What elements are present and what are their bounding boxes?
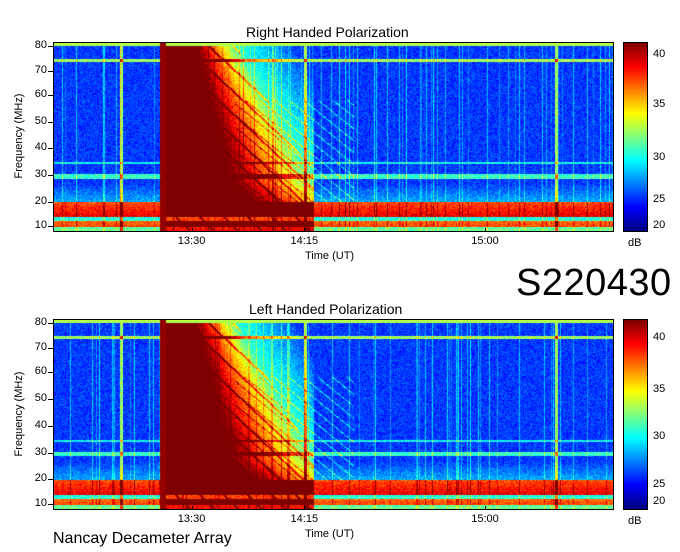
x-tick-mark [484, 506, 486, 510]
panel2-colorbar-label: dB [628, 515, 642, 527]
y-tick-label: 50 [34, 392, 47, 405]
x-tick-label: 15:00 [471, 513, 499, 525]
colorbar-tick-label: 40 [653, 331, 666, 344]
colorbar-tick-label: 20 [653, 219, 666, 232]
y-tick-label: 50 [34, 114, 47, 127]
y-tick-mark [48, 399, 53, 401]
x-tick-label: 14:15 [290, 513, 319, 525]
y-tick-mark [48, 425, 53, 427]
x-tick-mark [304, 228, 306, 232]
panel1-plot-frame [53, 42, 614, 232]
event-id: S220430 [516, 262, 672, 304]
y-tick-label: 60 [34, 88, 47, 101]
panel2-plot-frame [53, 319, 614, 510]
colorbar-tick-label: 30 [653, 150, 666, 163]
panel2-colorbar [623, 319, 648, 510]
y-tick-label: 70 [34, 63, 47, 76]
x-tick-mark [484, 228, 486, 232]
y-tick-mark [48, 322, 53, 324]
y-tick-label: 20 [34, 194, 47, 207]
y-tick-mark [48, 201, 53, 203]
colorbar-tick-label: 25 [653, 478, 666, 491]
y-tick-mark [48, 70, 53, 72]
colorbar-tick-label: 25 [653, 192, 666, 205]
y-tick-label: 10 [34, 497, 47, 510]
colorbar-tick-label: 35 [653, 382, 666, 395]
colorbar-tick-label: 30 [653, 430, 666, 443]
y-tick-label: 30 [34, 445, 47, 458]
y-tick-label: 40 [34, 141, 47, 154]
panel1-y-axis-label: Frequency (MHz) [13, 93, 25, 179]
y-tick-mark [48, 45, 53, 47]
y-tick-mark [48, 175, 53, 176]
x-tick-mark [191, 506, 193, 510]
panel2-title: Left Handed Polarization [249, 301, 403, 317]
y-tick-mark [48, 504, 53, 506]
y-tick-mark [48, 372, 53, 374]
panel1-spectrogram [54, 43, 613, 231]
x-tick-mark [191, 228, 193, 232]
y-tick-label: 30 [34, 168, 47, 180]
colorbar-tick-label: 35 [653, 97, 666, 110]
y-tick-label: 40 [34, 418, 47, 431]
panel2-spectrogram [54, 320, 613, 509]
panel1-title: Right Handed Polarization [246, 24, 409, 40]
panel1-x-axis-label: Time (UT) [305, 250, 355, 262]
y-tick-label: 70 [34, 340, 47, 353]
y-tick-label: 20 [34, 472, 47, 485]
y-tick-mark [48, 95, 53, 97]
x-tick-label: 14:15 [290, 235, 319, 247]
panel1-colorbar-label: dB [628, 237, 642, 249]
x-tick-mark [304, 506, 306, 510]
y-tick-label: 80 [34, 38, 47, 51]
y-tick-label: 60 [34, 365, 47, 378]
y-tick-mark [48, 148, 53, 150]
y-tick-mark [48, 226, 53, 228]
y-tick-mark [48, 121, 53, 123]
colorbar-tick-label: 40 [653, 48, 666, 61]
y-tick-label: 80 [34, 315, 47, 328]
credit-text: Nancay Decameter Array [53, 530, 232, 547]
panel1-colorbar [623, 42, 648, 232]
x-tick-label: 15:00 [471, 235, 499, 247]
y-tick-mark [48, 479, 53, 481]
panel2-x-axis-label: Time (UT) [305, 528, 355, 540]
x-tick-label: 13:30 [177, 235, 206, 247]
y-tick-mark [48, 452, 53, 454]
x-tick-label: 13:30 [177, 513, 206, 525]
y-tick-mark [48, 347, 53, 349]
y-tick-label: 10 [34, 219, 47, 232]
colorbar-tick-label: 20 [653, 495, 666, 508]
panel2-y-axis-label: Frequency (MHz) [13, 371, 25, 457]
